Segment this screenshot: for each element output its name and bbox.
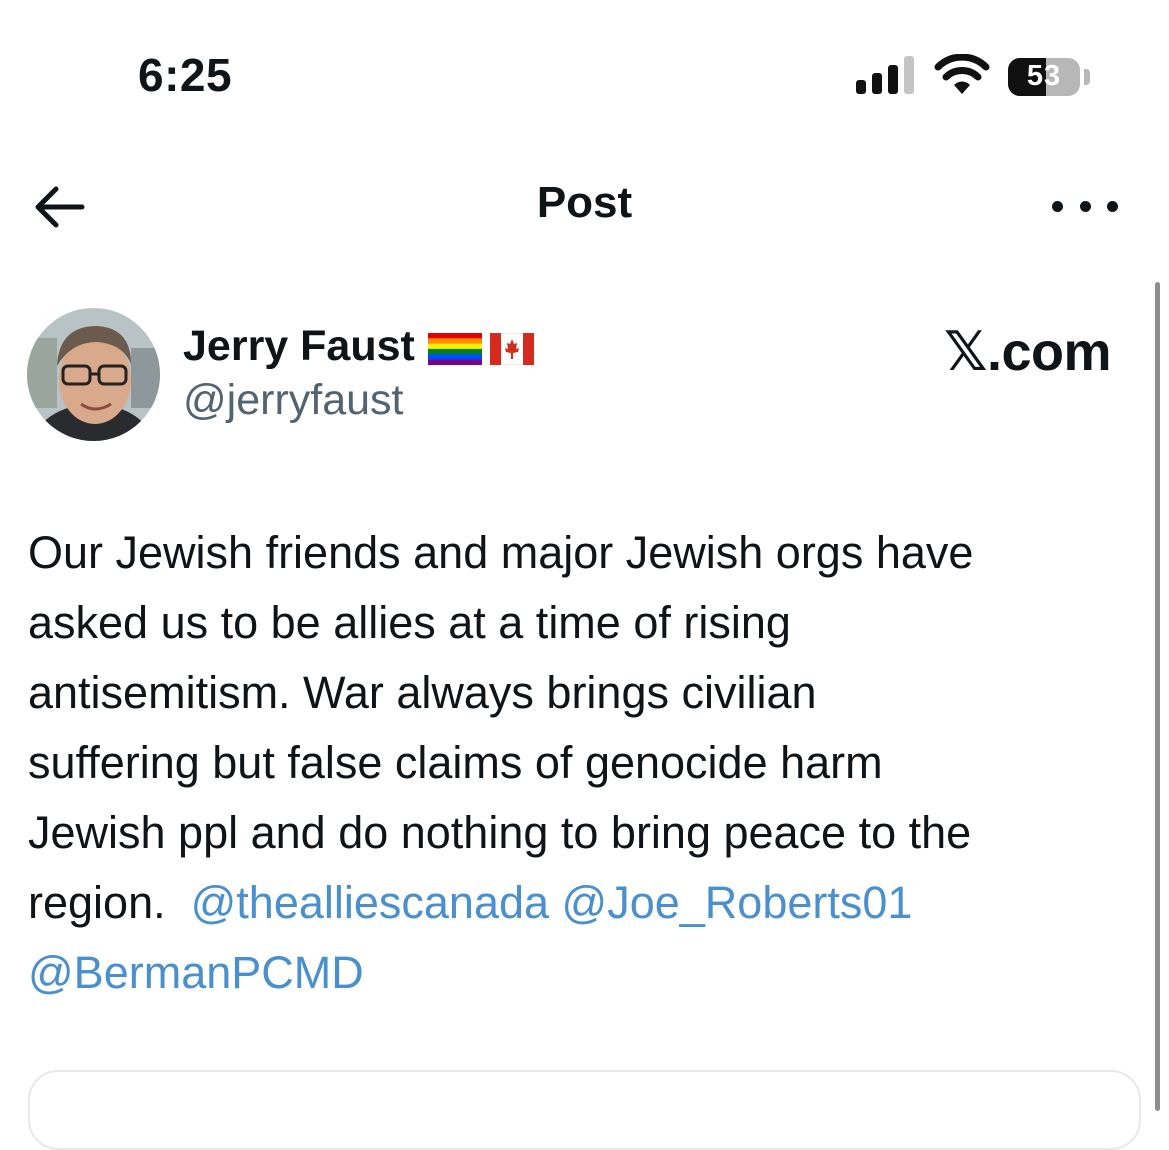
status-time: 6:25	[138, 49, 233, 101]
post-line-text: region.	[28, 877, 191, 928]
post-line: @BermanPCMD	[28, 938, 1123, 1008]
canada-flag-icon	[490, 333, 534, 365]
x-com-watermark: 𝕏.com	[943, 322, 1112, 382]
post-text: Our Jewish friends and major Jewish orgs…	[28, 518, 1123, 1008]
post-line: suffering but false claims of genocide h…	[28, 737, 883, 788]
post-line: antisemitism. War always brings civilian	[28, 667, 817, 718]
battery-icon: 53	[1008, 58, 1080, 96]
author-flags	[428, 333, 534, 365]
battery-nub	[1084, 69, 1090, 85]
author-name[interactable]: Jerry Faust	[183, 322, 415, 371]
post-line: Our Jewish friends and major Jewish orgs…	[28, 527, 974, 578]
rainbow-flag-icon	[428, 333, 482, 365]
cellular-signal-icon	[856, 56, 914, 94]
avatar[interactable]	[27, 308, 160, 441]
author-handle[interactable]: @jerryfaust	[183, 376, 403, 425]
wifi-icon	[934, 54, 990, 94]
mention-link[interactable]: @BermanPCMD	[28, 947, 364, 998]
post-line: region. @thealliescanada @Joe_Roberts01	[28, 868, 1123, 938]
post-line: Jewish ppl and do nothing to bring peace…	[28, 807, 972, 858]
reply-box[interactable]	[28, 1070, 1141, 1150]
mention-link[interactable]: @thealliescanada	[191, 877, 549, 928]
scrollbar[interactable]	[1155, 282, 1160, 1111]
page-title: Post	[536, 178, 633, 227]
more-options-icon[interactable]	[1052, 192, 1118, 220]
post-line: asked us to be allies at a time of risin…	[28, 597, 791, 648]
mention-link[interactable]: @Joe_Roberts01	[562, 877, 913, 928]
battery-level: 53	[1026, 60, 1062, 92]
